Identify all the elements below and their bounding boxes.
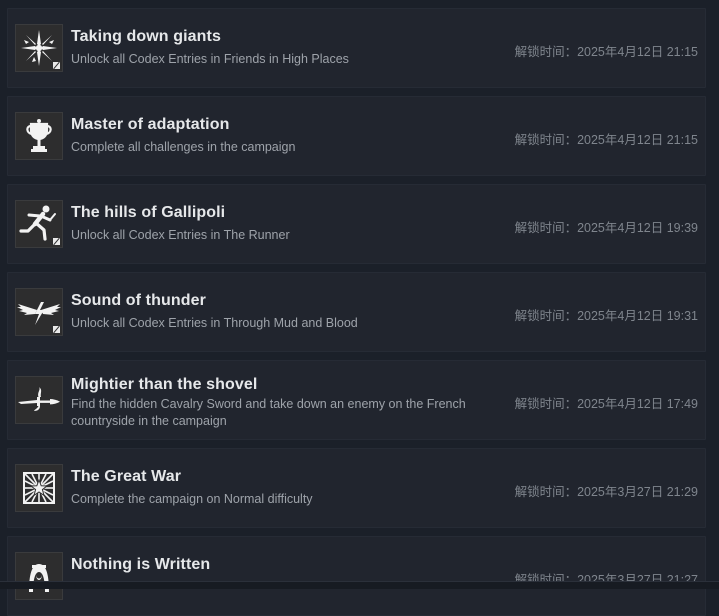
- achievement-title: Mightier than the shovel: [71, 376, 258, 393]
- runner-icon: [15, 200, 63, 248]
- achievement-row[interactable]: Sound of thunder Unlock all Codex Entrie…: [7, 272, 706, 352]
- unlock-time: 解锁时间：2025年4月12日 21:15: [514, 133, 698, 147]
- unlock-time: 解锁时间：2025年3月27日 21:29: [514, 485, 698, 499]
- achievement-description: Unlock all Codex Entries in Through Mud …: [71, 316, 358, 330]
- achievement-title: Taking down giants: [71, 28, 221, 45]
- codex-badge-icon: [53, 62, 60, 69]
- achievement-title: Master of adaptation: [71, 116, 230, 133]
- achievement-description: Unlock all Codex Entries in The Runner: [71, 228, 290, 242]
- codex-badge-icon: [53, 238, 60, 245]
- achievement-description: Unlock all Codex Entries in Friends in H…: [71, 52, 349, 66]
- shattered-star-icon: [15, 24, 63, 72]
- achievement-title: Nothing is Written: [71, 556, 211, 573]
- achievement-row[interactable]: Master of adaptation Complete all challe…: [7, 96, 706, 176]
- sword-icon: [15, 376, 63, 424]
- achievement-description: Complete all challenges in the campaign: [71, 140, 296, 154]
- achievement-title: The hills of Gallipoli: [71, 204, 226, 221]
- achievement-row[interactable]: Taking down giants Unlock all Codex Entr…: [7, 8, 706, 88]
- achievement-row[interactable]: Nothing is Written 解锁时间：2025年3月27日 21:27: [7, 536, 706, 616]
- unlock-time: 解锁时间：2025年4月12日 21:15: [514, 45, 698, 59]
- trophy-icon: [15, 112, 63, 160]
- achievement-title: Sound of thunder: [71, 292, 206, 309]
- bedouin-portrait-icon: [15, 552, 63, 600]
- achievement-description: Find the hidden Cavalry Sword and take d…: [71, 397, 466, 428]
- unlock-time: 解锁时间：2025年4月12日 19:39: [514, 221, 698, 235]
- winged-lightning-icon: [15, 288, 63, 336]
- achievement-row[interactable]: Mightier than the shovel Find the hidden…: [7, 360, 706, 440]
- star-burst-icon: [15, 464, 63, 512]
- achievement-title: The Great War: [71, 468, 182, 485]
- achievement-row[interactable]: The Great War Complete the campaign on N…: [7, 448, 706, 528]
- achievement-description: Complete the campaign on Normal difficul…: [71, 492, 313, 506]
- unlock-time: 解锁时间：2025年4月12日 19:31: [514, 309, 698, 323]
- codex-badge-icon: [53, 326, 60, 333]
- unlock-time: 解锁时间：2025年4月12日 17:49: [514, 397, 698, 411]
- achievement-row[interactable]: The hills of Gallipoli Unlock all Codex …: [7, 184, 706, 264]
